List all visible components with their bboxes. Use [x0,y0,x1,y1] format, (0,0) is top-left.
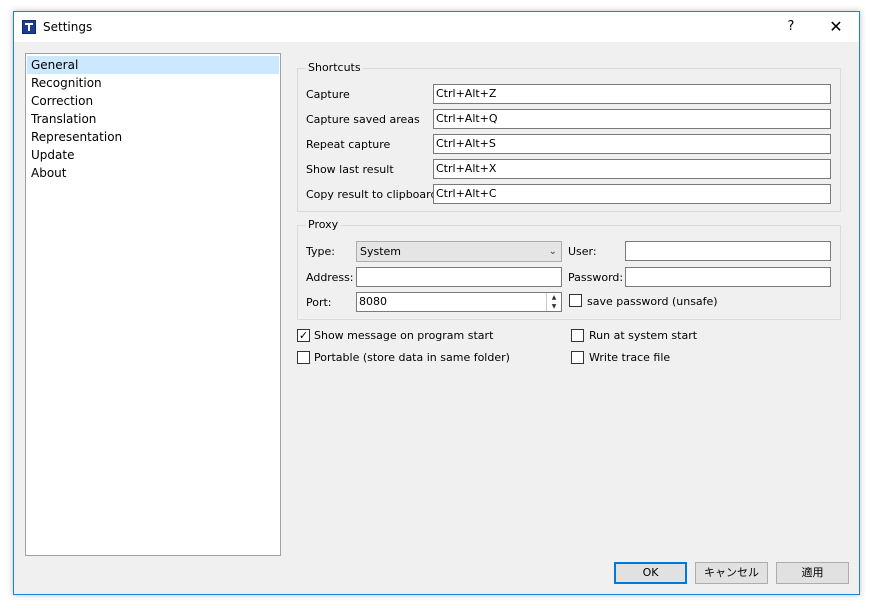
proxy-password-label: Password: [568,271,624,284]
proxy-user-field[interactable] [625,241,831,261]
proxy-port-value: 8080 [359,295,387,308]
capture-saved-areas-label: Capture saved areas [306,113,420,126]
capture-label: Capture [306,88,350,101]
settings-category-list[interactable]: General Recognition Correction Translati… [25,53,281,556]
show-message-checkbox[interactable]: ✓ [297,329,310,342]
proxy-port-label: Port: [306,296,332,309]
write-trace-checkbox[interactable] [571,351,584,364]
spin-up-icon[interactable]: ▲ [546,293,561,302]
cancel-button[interactable]: キャンセル [695,562,768,584]
nav-item-update[interactable]: Update [27,146,279,164]
close-button[interactable]: ✕ [813,12,859,42]
settings-window: Settings ? ✕ General Recognition Correct… [13,11,860,595]
spin-down-icon[interactable]: ▼ [546,302,561,311]
nav-item-translation[interactable]: Translation [27,110,279,128]
proxy-type-value: System [360,245,402,258]
app-icon [22,20,36,34]
nav-item-representation[interactable]: Representation [27,128,279,146]
nav-item-general[interactable]: General [27,56,279,74]
run-at-start-checkbox[interactable] [571,329,584,342]
proxy-address-label: Address: [306,271,354,284]
proxy-port-spinbox[interactable]: 8080 ▲ ▼ [356,292,562,312]
show-message-label: Show message on program start [314,329,494,342]
nav-item-correction[interactable]: Correction [27,92,279,110]
copy-result-shortcut-field[interactable]: Ctrl+Alt+C [433,184,831,204]
nav-item-recognition[interactable]: Recognition [27,74,279,92]
ok-button[interactable]: OK [614,562,687,584]
apply-button[interactable]: 適用 [776,562,849,584]
proxy-user-label: User: [568,245,597,258]
copy-result-label: Copy result to clipboard [306,188,438,201]
nav-item-about[interactable]: About [27,164,279,182]
capture-saved-areas-shortcut-field[interactable]: Ctrl+Alt+Q [433,109,831,129]
proxy-type-select[interactable]: System ⌄ [356,241,562,262]
proxy-group-title: Proxy [306,218,341,231]
portable-checkbox[interactable] [297,351,310,364]
proxy-address-field[interactable] [356,267,562,287]
show-last-result-label: Show last result [306,163,394,176]
repeat-capture-shortcut-field[interactable]: Ctrl+Alt+S [433,134,831,154]
chevron-down-icon: ⌄ [548,246,557,257]
port-spinner[interactable]: ▲ ▼ [546,293,561,311]
run-at-start-label: Run at system start [589,329,698,342]
repeat-capture-label: Repeat capture [306,138,391,151]
title-bar[interactable]: Settings ? ✕ [14,12,859,42]
save-password-label: save password (unsafe) [587,295,718,308]
capture-shortcut-field[interactable]: Ctrl+Alt+Z [433,84,831,104]
window-title: Settings [43,20,93,34]
portable-label: Portable (store data in same folder) [314,351,510,364]
help-button[interactable]: ? [768,12,814,42]
proxy-password-field[interactable] [625,267,831,287]
show-last-result-shortcut-field[interactable]: Ctrl+Alt+X [433,159,831,179]
write-trace-label: Write trace file [589,351,671,364]
shortcuts-group-title: Shortcuts [306,61,363,74]
proxy-type-label: Type: [306,245,335,258]
save-password-checkbox[interactable] [569,294,582,307]
